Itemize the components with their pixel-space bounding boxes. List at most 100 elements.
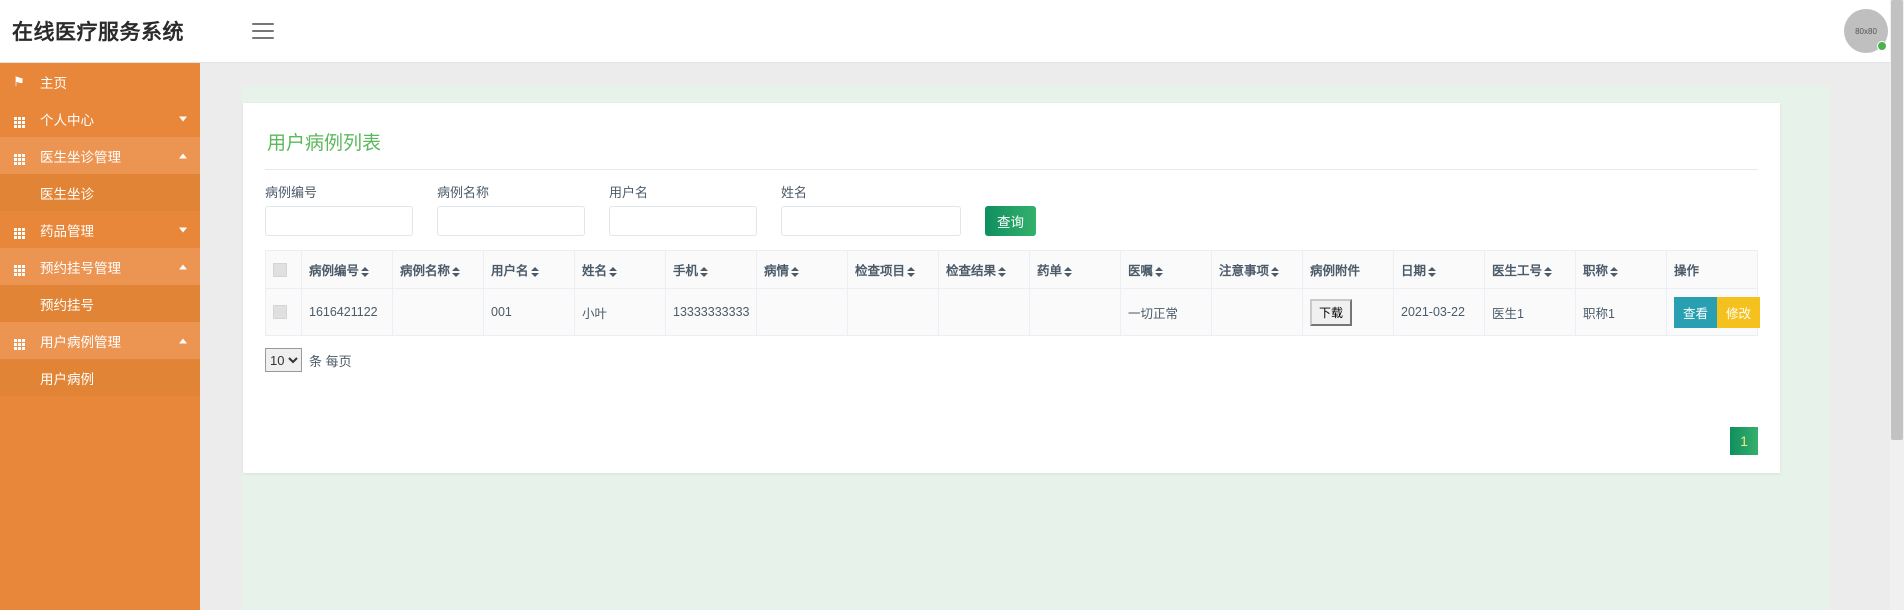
page-button-1[interactable]: 1 xyxy=(1730,427,1758,455)
sort-icon[interactable] xyxy=(791,266,800,278)
table-header-14[interactable]: 医生工号 xyxy=(1484,250,1576,289)
sidebar-item-label: 预约挂号管理 xyxy=(40,260,121,276)
table-header-8[interactable]: 检查结果 xyxy=(938,250,1030,289)
sidebar-item-4[interactable]: 药品管理 xyxy=(0,211,200,248)
table-header-5[interactable]: 手机 xyxy=(665,250,757,289)
sidebar-subitem-6[interactable]: 预约挂号 xyxy=(0,285,200,322)
table-header-label: 注意事项 xyxy=(1219,264,1270,278)
row-checkbox[interactable] xyxy=(273,305,287,320)
search-input-1[interactable] xyxy=(437,206,585,236)
table-header-label: 姓名 xyxy=(582,264,608,278)
sort-icon[interactable] xyxy=(1544,266,1553,278)
avatar-wrapper[interactable]: 80x80 xyxy=(1844,9,1888,53)
table-head: 病例编号 病例名称 用户名 姓名 手机 病情 检查项目 检查结果 药单 医嘱 注意事项 病例附件 日期 医… xyxy=(265,250,1758,289)
sidebar-subitem-label: 预约挂号 xyxy=(40,297,94,313)
table-header-label: 手机 xyxy=(673,264,699,278)
online-status-dot xyxy=(1877,41,1887,51)
grid-icon xyxy=(8,147,30,165)
search-field-label: 姓名 xyxy=(781,185,808,200)
search-input-3[interactable] xyxy=(781,206,961,236)
cell-prescription xyxy=(1029,288,1121,336)
table-header-label: 检查项目 xyxy=(855,264,906,278)
download-button[interactable]: 下载 xyxy=(1310,298,1353,326)
flag-icon: ⚑ xyxy=(13,74,25,89)
sidebar-item-label: 主页 xyxy=(40,75,67,91)
cell-case-no: 1616421122 xyxy=(301,288,393,336)
page-scrollbar[interactable] xyxy=(1890,0,1904,610)
search-field-3: 姓名 xyxy=(781,182,961,236)
sort-icon[interactable] xyxy=(1610,266,1619,278)
sort-icon[interactable] xyxy=(452,266,461,278)
table-header-15[interactable]: 职称 xyxy=(1575,250,1667,289)
table-header-7[interactable]: 检查项目 xyxy=(847,250,939,289)
cell-exam-item xyxy=(847,288,939,336)
select-all-checkbox[interactable] xyxy=(273,262,287,277)
sidebar-item-0[interactable]: ⚑ 主页 xyxy=(0,63,200,100)
sort-icon[interactable] xyxy=(530,266,539,278)
table-header-6[interactable]: 病情 xyxy=(756,250,848,289)
page-title: 用户病例列表 xyxy=(265,103,1758,170)
hamburger-icon[interactable] xyxy=(252,23,274,39)
table-header-16: 操作 xyxy=(1666,250,1758,289)
scrollbar-thumb[interactable] xyxy=(1891,0,1903,440)
search-input-0[interactable] xyxy=(265,206,413,236)
sidebar-item-label: 个人中心 xyxy=(40,112,94,128)
table-header-label: 医生工号 xyxy=(1492,264,1543,278)
sort-icon[interactable] xyxy=(1155,266,1164,278)
sidebar-subitem-8[interactable]: 用户病例 xyxy=(0,359,200,396)
chevron-up-icon xyxy=(179,153,187,158)
table-header-4[interactable]: 姓名 xyxy=(574,250,666,289)
table-header-label: 职称 xyxy=(1583,264,1609,278)
table-header-label: 日期 xyxy=(1401,264,1427,278)
sidebar-subitem-3[interactable]: 医生坐诊 xyxy=(0,174,200,211)
view-button[interactable]: 查看 xyxy=(1674,296,1718,328)
per-page-label: 条 每页 xyxy=(309,353,352,369)
cell-title: 职称1 xyxy=(1575,288,1667,336)
table-header-row: 病例编号 病例名称 用户名 姓名 手机 病情 检查项目 检查结果 药单 医嘱 注意事项 病例附件 日期 医… xyxy=(265,250,1758,289)
grid-icon xyxy=(8,110,30,128)
top-bar: 在线医疗服务系统 80x80 xyxy=(0,0,1904,63)
table-header-9[interactable]: 药单 xyxy=(1029,250,1121,289)
table-body: 1616421122 001 小叶 13333333333 一切正常 下载 2021-03-… xyxy=(265,288,1761,336)
sort-icon[interactable] xyxy=(1064,266,1073,278)
case-list-card: 用户病例列表 病例编号 病例名称 用户名 姓名 查询 病例编号 病例名称 用户名 姓名 手机 病情… xyxy=(243,103,1780,473)
table-header-13[interactable]: 日期 xyxy=(1393,250,1485,289)
table-header-2[interactable]: 病例名称 xyxy=(392,250,484,289)
table-header-3[interactable]: 用户名 xyxy=(483,250,575,289)
table-header-label: 操作 xyxy=(1674,264,1700,278)
pagination: 1 xyxy=(1730,427,1758,455)
table-header-11[interactable]: 注意事项 xyxy=(1211,250,1303,289)
sort-icon[interactable] xyxy=(998,266,1007,278)
search-field-label: 病例编号 xyxy=(265,185,318,200)
edit-button[interactable]: 修改 xyxy=(1717,296,1761,328)
grid-icon xyxy=(8,221,30,239)
sidebar-subitem-label: 医生坐诊 xyxy=(40,186,94,202)
sidebar-item-7[interactable]: 用户病例管理 xyxy=(0,322,200,359)
sidebar-item-2[interactable]: 医生坐诊管理 xyxy=(0,137,200,174)
cell-exam-result xyxy=(938,288,1030,336)
query-button[interactable]: 查询 xyxy=(985,206,1036,236)
sort-icon[interactable] xyxy=(1271,266,1280,278)
search-input-2[interactable] xyxy=(609,206,757,236)
search-field-1: 病例名称 xyxy=(437,182,585,236)
table-header-label: 用户名 xyxy=(491,264,529,278)
chevron-up-icon xyxy=(179,264,187,269)
sidebar-item-1[interactable]: 个人中心 xyxy=(0,100,200,137)
sidebar-item-label: 医生坐诊管理 xyxy=(40,149,121,165)
table-footer: 10 条 每页 xyxy=(265,336,1758,372)
search-field-label: 用户名 xyxy=(609,185,649,200)
page-size-select[interactable]: 10 xyxy=(265,348,302,372)
sort-icon[interactable] xyxy=(1428,266,1437,278)
sort-icon[interactable] xyxy=(907,266,916,278)
cell-date: 2021-03-22 xyxy=(1393,288,1485,336)
sort-icon[interactable] xyxy=(700,266,709,278)
cell-advice: 一切正常 xyxy=(1120,288,1212,336)
table-header-10[interactable]: 医嘱 xyxy=(1120,250,1212,289)
sidebar: ⚑ 主页个人中心医生坐诊管理 医生坐诊药品管理预约挂号管理 预约挂号用户病例管理 用户病… xyxy=(0,63,200,610)
table-row: 1616421122 001 小叶 13333333333 一切正常 下载 2021-03-… xyxy=(265,288,1761,336)
sort-icon[interactable] xyxy=(361,266,370,278)
table-header-1[interactable]: 病例编号 xyxy=(301,250,393,289)
chevron-up-icon xyxy=(179,338,187,343)
sidebar-item-5[interactable]: 预约挂号管理 xyxy=(0,248,200,285)
sort-icon[interactable] xyxy=(609,266,618,278)
